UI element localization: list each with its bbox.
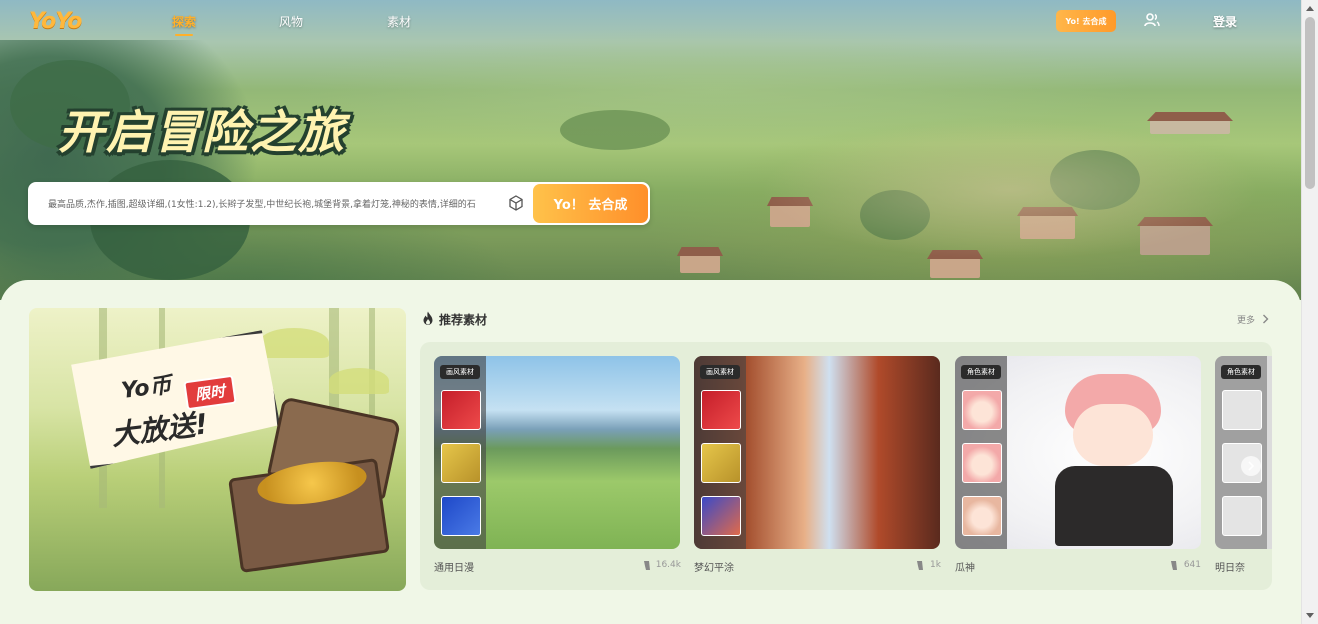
style-thumb: [701, 390, 741, 430]
site-logo[interactable]: YoYo: [29, 9, 82, 34]
chevron-right-icon[interactable]: [1262, 314, 1269, 324]
card-count: 16.4k: [655, 560, 681, 570]
section-title: 推荐素材: [439, 313, 488, 327]
random-dice-icon[interactable]: [508, 195, 524, 211]
prompt-input[interactable]: 最高品质,杰作,插图,超级详细,(1女性:1.2),长辫子发型,中世纪长袍,城堡…: [48, 197, 508, 210]
scroll-down-arrow-icon[interactable]: [1306, 613, 1314, 618]
card-badge: 画风素材: [700, 365, 740, 379]
card-count: 1k: [930, 560, 941, 570]
asset-carousel: 画风素材 画风素材 角色素材 角色素材 通用日漫 16.4k 梦幻平涂 1k 瓜…: [420, 342, 1272, 590]
top-nav: YoYo 探索 风物 素材 Yo! 去合成 登录: [0, 0, 1301, 42]
more-link[interactable]: 更多: [1237, 313, 1255, 326]
users-icon[interactable]: [1144, 13, 1160, 27]
promo-card: [61, 329, 282, 470]
compose-button[interactable]: Yo！ 去合成: [533, 184, 648, 223]
character-thumb: [962, 496, 1002, 536]
card-badge: 画风素材: [440, 365, 480, 379]
card-label: 瓜神: [955, 563, 975, 574]
card-label: 梦幻平涂: [694, 563, 734, 574]
card-label: 通用日漫: [434, 563, 474, 574]
style-thumb: [701, 496, 741, 536]
prompt-bar: 最高品质,杰作,插图,超级详细,(1女性:1.2),长辫子发型,中世纪长袍,城堡…: [28, 182, 650, 225]
style-thumb: [441, 496, 481, 536]
style-thumb: [441, 443, 481, 483]
card-count: 641: [1183, 560, 1201, 570]
hero-title: 开启冒险之旅: [58, 105, 346, 159]
fire-icon: [423, 311, 433, 325]
nav-assets[interactable]: 素材: [387, 13, 411, 30]
nav-scenery[interactable]: 风物: [279, 13, 303, 30]
character-thumb: [1222, 496, 1262, 536]
character-thumb: [962, 443, 1002, 483]
asset-card[interactable]: 画风素材: [694, 356, 940, 549]
character-thumb: [962, 390, 1002, 430]
style-thumb: [441, 390, 481, 430]
carousel-next-button[interactable]: [1241, 456, 1261, 476]
asset-card[interactable]: 画风素材: [434, 356, 680, 549]
card-badge: 角色素材: [1221, 365, 1261, 379]
character-thumb: [1222, 390, 1262, 430]
card-badge: 角色素材: [961, 365, 1001, 379]
page-scrollbar[interactable]: [1301, 0, 1318, 624]
nav-compose-button[interactable]: Yo! 去合成: [1056, 10, 1116, 32]
promo-line1: Yo币: [119, 373, 173, 404]
scroll-up-arrow-icon[interactable]: [1306, 6, 1314, 11]
promo-banner[interactable]: Yo币 限时 大放送!: [29, 308, 406, 591]
style-thumb: [701, 443, 741, 483]
asset-card[interactable]: 角色素材: [955, 356, 1201, 549]
nav-explore[interactable]: 探索: [172, 13, 196, 36]
card-label: 明日奈: [1215, 563, 1245, 574]
login-link[interactable]: 登录: [1213, 13, 1237, 30]
asset-card[interactable]: 角色素材: [1215, 356, 1272, 549]
chevron-right-icon: [1248, 461, 1255, 471]
scrollbar-thumb[interactable]: [1305, 17, 1315, 189]
